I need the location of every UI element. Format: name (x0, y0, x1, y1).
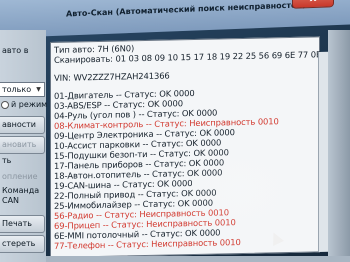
window-right-edge (328, 30, 350, 262)
chevron-down-icon: ▼ (36, 86, 41, 93)
left-panel: авто в только ▼ й режим авности ановить … (0, 30, 47, 262)
mode-select[interactable]: только ▼ (0, 82, 45, 97)
window-bottom-edge (46, 256, 350, 262)
can-label: CAN (2, 196, 20, 205)
mode-radio[interactable]: й режим (1, 100, 47, 109)
window-title: Авто-Скан (Автоматический поиск неисправ… (66, 0, 306, 19)
vin-line: VIN: WV2ZZZ7HZAH241366 (54, 70, 170, 83)
print-button[interactable]: Печать (0, 215, 45, 233)
side-text-1: ть (2, 156, 12, 165)
scan-log[interactable]: Тип авто: 7H (6N0) Сканировать: 01 03 08… (50, 36, 322, 259)
auto-label: авто в (2, 46, 29, 55)
mode-radio-label: й режим (11, 100, 48, 109)
radio-icon (1, 100, 9, 109)
window-titlebar: Авто-Скан (Автоматический поиск неисправ… (0, 0, 350, 39)
close-button[interactable]: x (292, 0, 334, 9)
restore-button[interactable]: ановить (0, 136, 45, 154)
faults-button[interactable]: авности (0, 116, 45, 134)
erase-button[interactable]: стереть (0, 235, 45, 253)
screen: Авто-Скан (Автоматический поиск неисправ… (0, 0, 350, 262)
mode-select-value: только (2, 85, 32, 94)
command-label: Команда (2, 186, 40, 195)
heating-label: опление (2, 172, 38, 181)
